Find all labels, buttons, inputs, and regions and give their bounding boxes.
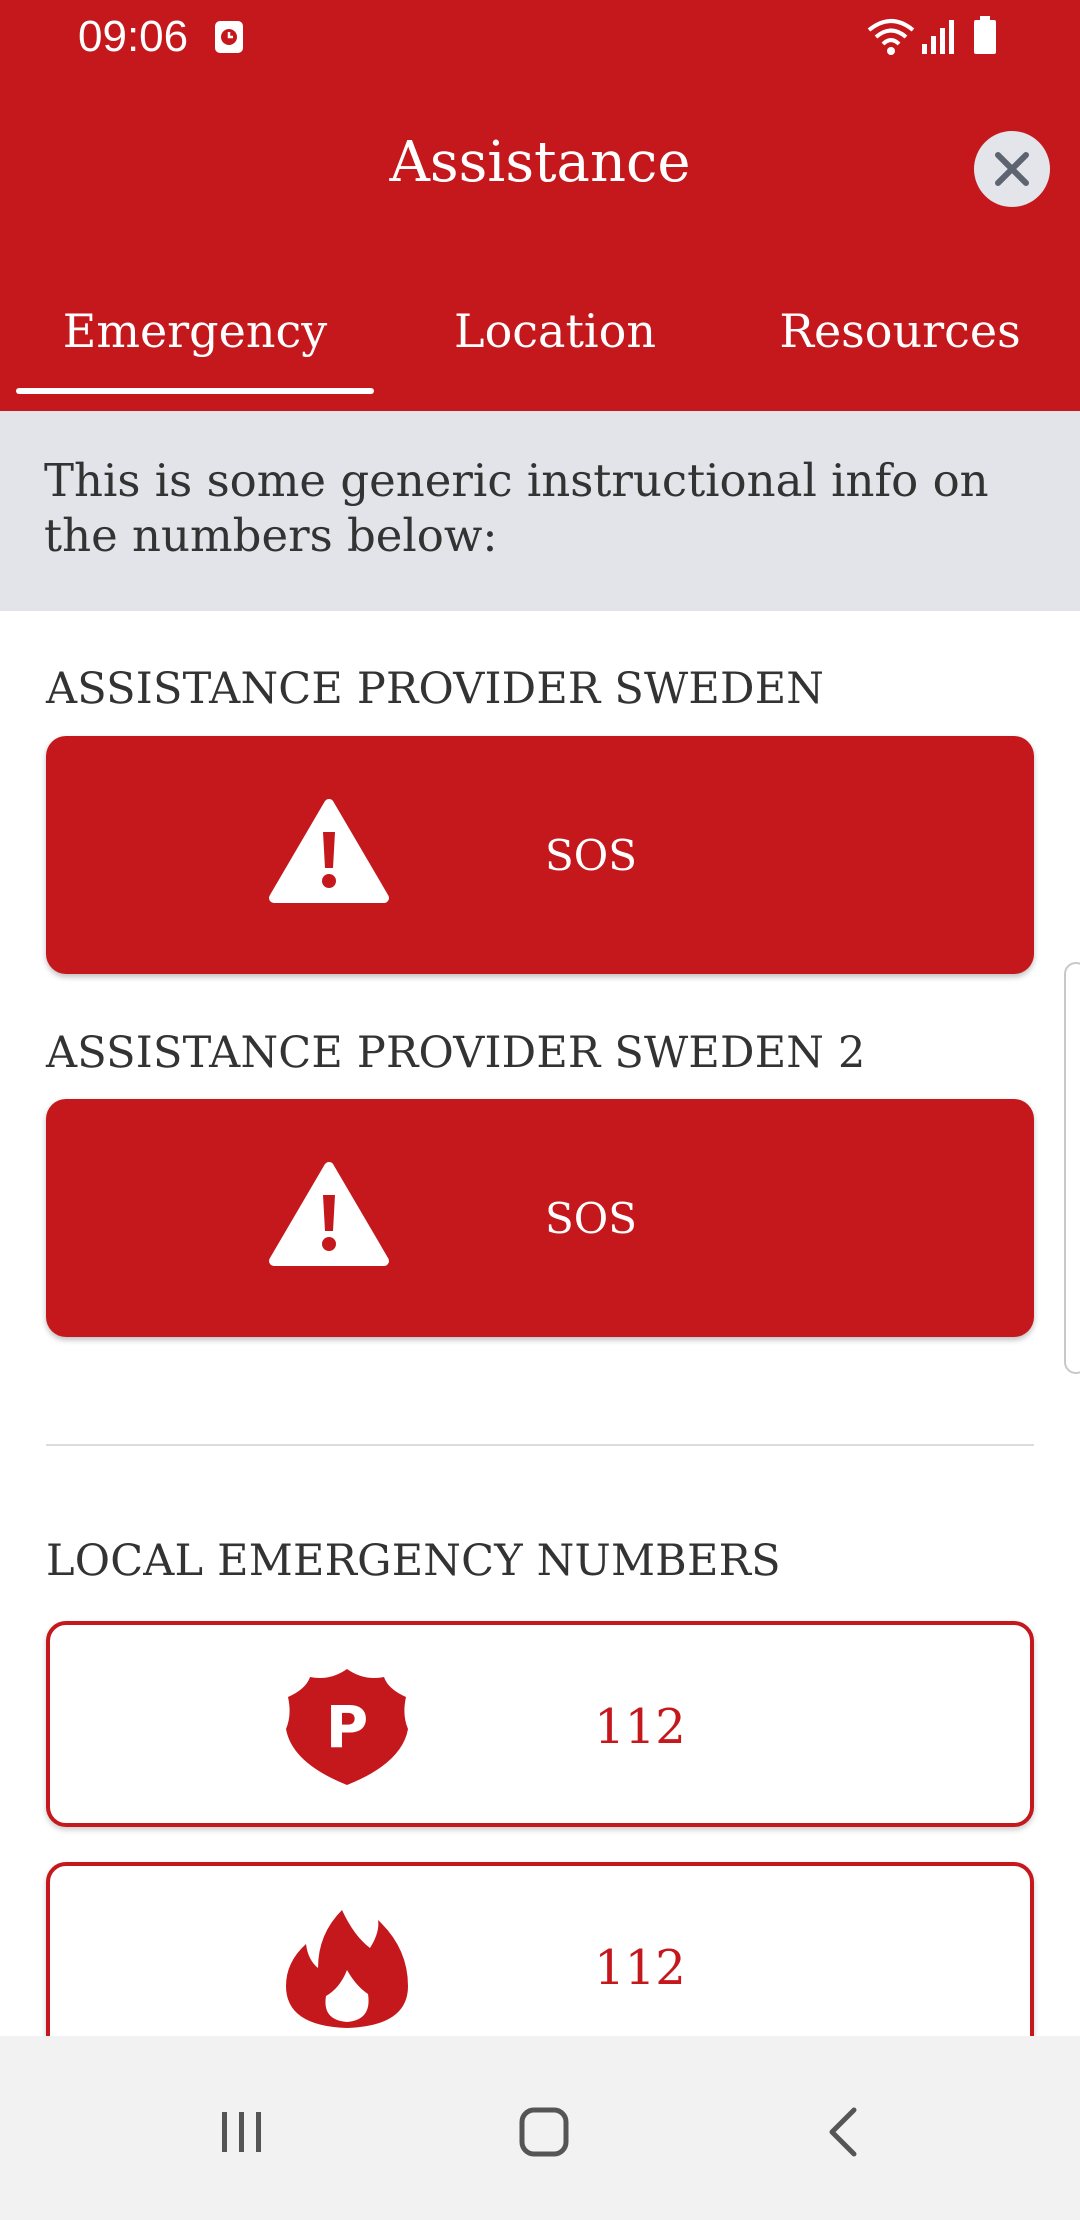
local-number-button-police[interactable]: P 112 xyxy=(46,1621,1034,1827)
tab-resources[interactable]: Resources xyxy=(720,304,1080,358)
app-notification-icon xyxy=(215,21,243,53)
warning-icon xyxy=(269,1162,389,1266)
sos-button-1[interactable]: SOS xyxy=(46,736,1034,974)
status-time: 09:06 xyxy=(78,12,189,61)
sos-label-1: SOS xyxy=(545,831,637,880)
side-scroll-handle[interactable] xyxy=(1064,962,1080,1374)
tab-bar: Emergency Location Resources xyxy=(0,290,1080,411)
svg-text:P: P xyxy=(326,1693,369,1761)
tab-emergency[interactable]: Emergency xyxy=(0,304,390,358)
local-emergency-heading: LOCAL EMERGENCY NUMBERS xyxy=(46,1536,781,1586)
system-nav-bar xyxy=(0,2036,1080,2220)
local-number-police: 112 xyxy=(594,1699,686,1755)
warning-icon xyxy=(269,799,389,903)
status-bar: 09:06 xyxy=(0,0,1080,76)
close-button[interactable] xyxy=(974,131,1050,207)
fire-icon xyxy=(286,1910,408,2028)
wifi-icon xyxy=(867,19,915,55)
sos-button-2[interactable]: SOS xyxy=(46,1099,1034,1337)
status-icons xyxy=(866,16,1006,56)
section-divider xyxy=(46,1444,1034,1446)
back-icon[interactable] xyxy=(816,2102,876,2162)
info-banner: This is some generic instructional info … xyxy=(0,411,1080,611)
app-header: 09:06 Assistance Emergency Location Reso… xyxy=(0,0,1080,411)
police-shield-icon: P xyxy=(286,1669,408,1785)
info-text: This is some generic instructional info … xyxy=(44,454,989,562)
active-tab-indicator xyxy=(16,388,374,394)
signal-icon xyxy=(922,20,954,54)
sos-label-2: SOS xyxy=(545,1194,637,1243)
tab-location[interactable]: Location xyxy=(390,304,720,358)
provider-heading-1: ASSISTANCE PROVIDER SWEDEN xyxy=(46,664,825,714)
local-number-fire: 112 xyxy=(594,1940,686,1996)
battery-icon xyxy=(974,16,996,54)
provider-heading-2: ASSISTANCE PROVIDER SWEDEN 2 xyxy=(46,1028,866,1078)
recent-apps-icon[interactable] xyxy=(212,2102,272,2162)
page-title: Assistance xyxy=(389,130,691,195)
close-icon xyxy=(995,152,1029,186)
home-icon[interactable] xyxy=(514,2102,574,2162)
